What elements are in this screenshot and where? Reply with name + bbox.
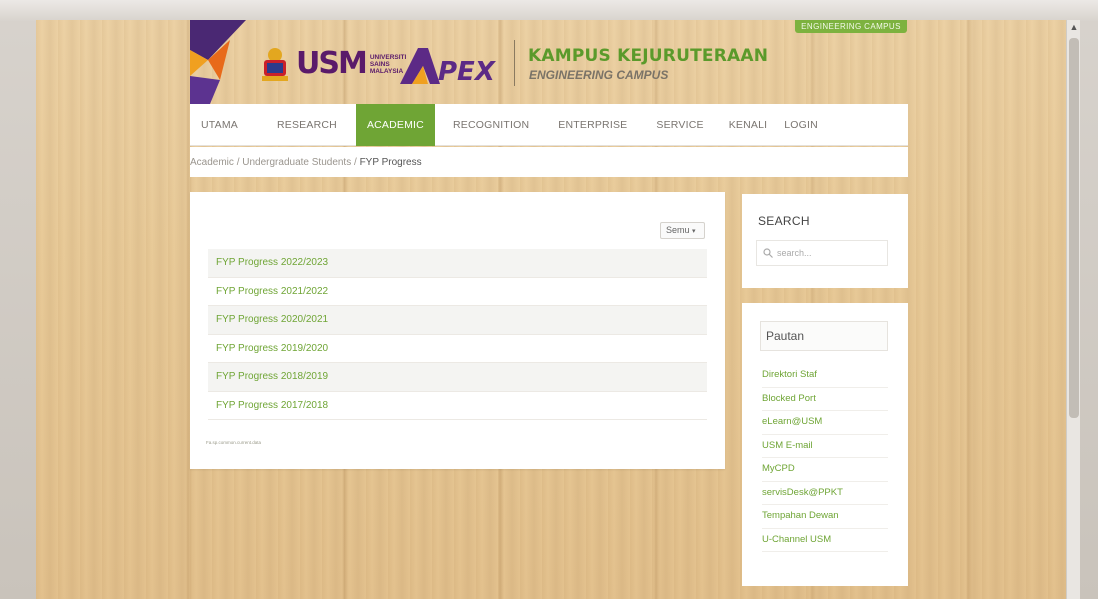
breadcrumb-academic[interactable]: Academic — [190, 157, 234, 168]
usm-logo[interactable]: USM UNIVERSITI SAINS MALAYSIA — [258, 44, 407, 84]
link-item[interactable]: Blocked Port — [762, 388, 888, 411]
nav-item-enterprise[interactable]: ENTERPRISE — [540, 104, 638, 146]
search-input[interactable]: search... — [756, 240, 888, 266]
content-panel: Semu ▾ FYP Progress 2022/2023 FYP Progre… — [190, 192, 725, 469]
vertical-scrollbar[interactable]: ▲ — [1066, 20, 1080, 599]
link-item[interactable]: U-Channel USM — [762, 529, 888, 552]
breadcrumb: Academic / Undergraduate Students / FYP … — [190, 147, 908, 177]
scroll-up-icon[interactable]: ▲ — [1069, 22, 1079, 32]
fyp-list: FYP Progress 2022/2023 FYP Progress 2021… — [208, 249, 707, 420]
links-title: Pautan — [760, 321, 888, 351]
nav-item-research[interactable]: RESEARCH — [249, 104, 348, 146]
apex-corner-logo-icon — [190, 20, 246, 104]
usm-full-name: UNIVERSITI SAINS MALAYSIA — [369, 53, 407, 75]
list-item[interactable]: FYP Progress 2018/2019 — [208, 363, 707, 392]
link-item[interactable]: USM E-mail — [762, 435, 888, 458]
campus-title: KAMPUS KEJURUTERAAN — [528, 46, 769, 66]
usm-wordmark: USM — [296, 46, 368, 81]
campus-badge[interactable]: ENGINEERING CAMPUS — [795, 20, 907, 33]
search-placeholder: search... — [777, 248, 812, 258]
main-nav: UTAMA RESEARCH ACADEMIC RECOGNITION ENTE… — [190, 103, 908, 146]
link-item[interactable]: MyCPD — [762, 458, 888, 482]
link-item[interactable]: eLearn@USM — [762, 411, 888, 435]
nav-item-utama[interactable]: UTAMA — [190, 104, 249, 146]
links-list: Direktori Staf Blocked Port eLearn@USM U… — [762, 364, 888, 552]
search-panel: SEARCH search... — [742, 194, 908, 288]
filter-value: Semu — [666, 225, 690, 235]
scroll-thumb[interactable] — [1069, 38, 1079, 418]
chevron-down-icon: ▾ — [692, 228, 696, 235]
apex-logo-icon[interactable]: PEX — [398, 44, 498, 86]
breadcrumb-undergraduate[interactable]: Undergraduate Students — [242, 157, 351, 168]
nav-item-kenali[interactable]: KENALI — [715, 104, 779, 146]
nav-item-academic[interactable]: ACADEMIC — [355, 103, 435, 146]
filter-select[interactable]: Semu ▾ — [660, 222, 705, 239]
list-item[interactable]: FYP Progress 2017/2018 — [208, 392, 707, 420]
usm-crest-icon — [262, 48, 288, 81]
nav-item-login[interactable]: LOGIN — [778, 104, 829, 146]
list-item[interactable]: FYP Progress 2022/2023 — [208, 249, 707, 278]
nav-item-service[interactable]: SERVICE — [638, 104, 714, 146]
list-item[interactable]: FYP Progress 2021/2022 — [208, 278, 707, 306]
breadcrumb-current: FYP Progress — [359, 156, 422, 168]
link-item[interactable]: Tempahan Dewan — [762, 505, 888, 529]
search-icon — [763, 248, 773, 258]
campus-subtitle: ENGINEERING CAMPUS — [529, 68, 669, 82]
list-item[interactable]: FYP Progress 2019/2020 — [208, 335, 707, 363]
header-divider — [514, 40, 515, 86]
list-item[interactable]: FYP Progress 2020/2021 — [208, 306, 707, 335]
link-item[interactable]: servisDesk@PPKT — [762, 482, 888, 505]
link-item[interactable]: Direktori Staf — [762, 364, 888, 388]
search-title: SEARCH — [758, 214, 810, 228]
nav-item-recognition[interactable]: RECOGNITION — [435, 104, 540, 146]
apex-wordmark: PEX — [438, 57, 497, 86]
links-panel: Pautan Direktori Staf Blocked Port eLear… — [742, 303, 908, 586]
footnote: Fa.sp.common.current.data — [206, 440, 262, 445]
